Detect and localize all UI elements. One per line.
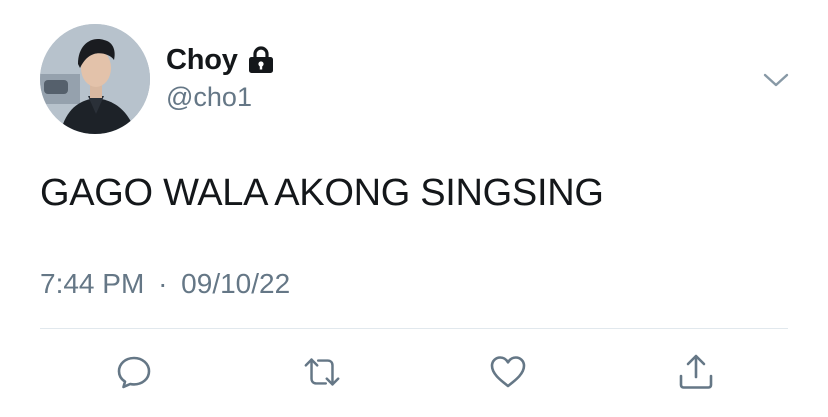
reply-button[interactable] <box>114 352 154 392</box>
tweet-text: GAGO WALA AKONG SINGSING <box>40 172 604 214</box>
tweet-meta: 7:44 PM · 09/10/22 <box>40 268 290 300</box>
display-name[interactable]: Choy <box>166 44 238 77</box>
lock-icon <box>247 45 275 75</box>
user-handle[interactable]: @cho1 <box>166 82 252 113</box>
share-button[interactable] <box>676 352 716 392</box>
profile-photo <box>40 24 150 134</box>
tweet-date[interactable]: 09/10/22 <box>181 268 290 300</box>
chevron-down-icon <box>763 73 789 87</box>
divider <box>40 328 788 329</box>
tweet-options-button[interactable] <box>760 66 792 94</box>
meta-separator: · <box>158 268 168 299</box>
tweet-time[interactable]: 7:44 PM <box>40 268 144 300</box>
like-button[interactable] <box>488 352 528 392</box>
retweet-arrows-icon <box>304 358 340 386</box>
share-upload-icon <box>679 354 713 389</box>
speech-bubble-icon <box>117 356 151 389</box>
avatar[interactable] <box>40 24 150 134</box>
retweet-button[interactable] <box>302 352 342 392</box>
heart-icon <box>490 356 526 388</box>
name-row: Choy <box>166 40 275 80</box>
